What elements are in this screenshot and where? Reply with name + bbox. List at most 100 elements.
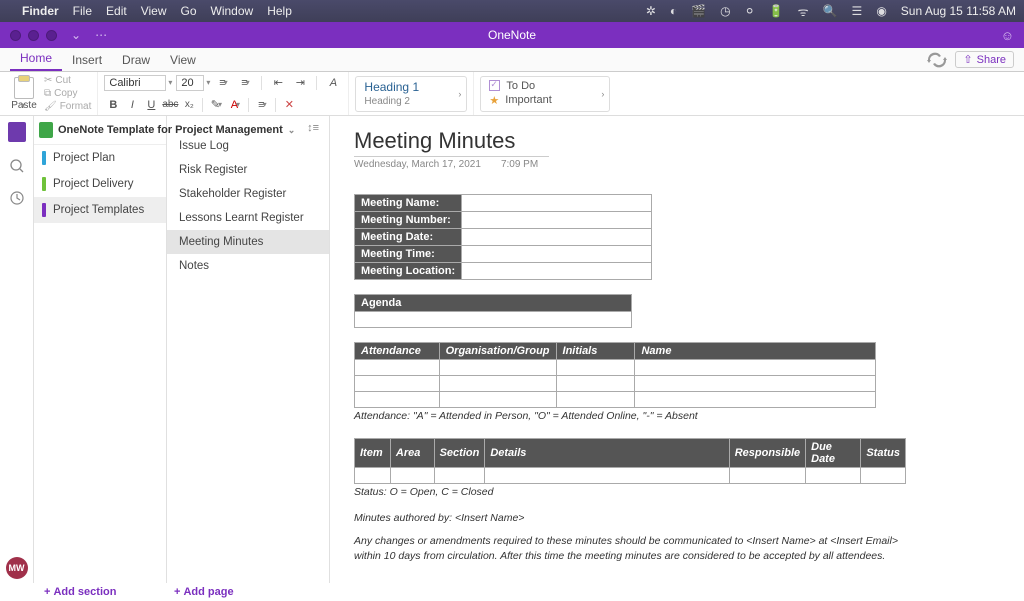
col-section: Section	[434, 439, 485, 468]
page-canvas[interactable]: Meeting Minutes Wednesday, March 17, 202…	[330, 116, 1024, 583]
share-label: Share	[977, 54, 1006, 66]
underline-button[interactable]: U	[142, 96, 160, 114]
input-meeting-date[interactable]	[462, 229, 652, 246]
section-item-project-plan[interactable]: Project Plan	[34, 145, 166, 171]
bold-button[interactable]: B	[104, 96, 122, 114]
wifi-icon[interactable]: ᯤ	[798, 3, 809, 20]
numbering-button[interactable]: ≡▾	[236, 74, 254, 92]
meeting-info-table[interactable]: Meeting Name: Meeting Number: Meeting Da…	[354, 194, 652, 280]
indent-button[interactable]: ⇥	[291, 74, 309, 92]
window-controls	[10, 30, 57, 41]
battery-icon[interactable]: 🔋	[769, 4, 784, 18]
tab-draw[interactable]: Draw	[112, 49, 160, 71]
copy-button[interactable]: ⧉Copy	[44, 88, 91, 99]
more-icon[interactable]: ⋯	[95, 28, 107, 42]
close-window-button[interactable]	[10, 30, 21, 41]
disclaimer-text[interactable]: Any changes or amendments required to th…	[354, 534, 914, 563]
font-size-select[interactable]: 20	[176, 75, 204, 91]
tab-home[interactable]: Home	[10, 47, 62, 71]
feedback-icon[interactable]: ☺	[1001, 28, 1014, 43]
page-item-stakeholder-register[interactable]: Stakeholder Register	[167, 182, 329, 206]
menubar-item-edit[interactable]: Edit	[106, 4, 127, 18]
table-row[interactable]	[355, 392, 876, 408]
page-item-notes[interactable]: Notes	[167, 254, 329, 278]
menubar-item-file[interactable]: File	[73, 4, 92, 18]
section-label: Project Templates	[53, 204, 144, 216]
tags-gallery[interactable]: To Do ★Important ›	[480, 76, 610, 112]
font-family-select[interactable]: Calibri	[104, 75, 166, 91]
clear-formatting-button[interactable]: A	[324, 74, 342, 92]
minimize-window-button[interactable]	[28, 30, 39, 41]
styles-gallery[interactable]: Heading 1 Heading 2 ›	[355, 76, 467, 112]
cut-button[interactable]: ✂Cut	[44, 75, 91, 86]
chevron-right-icon: ›	[458, 89, 461, 99]
siri-icon[interactable]: ◉	[876, 4, 886, 18]
authored-by[interactable]: Minutes authored by: <Insert Name>	[354, 512, 1000, 524]
add-page-label: Add page	[183, 586, 233, 598]
notebook-header[interactable]: OneNote Template for Project Management …	[34, 116, 166, 145]
bullets-button[interactable]: ≡▾	[214, 74, 232, 92]
page-item-risk-register[interactable]: Risk Register	[167, 158, 329, 182]
recent-icon[interactable]	[9, 190, 25, 206]
strikethrough-button[interactable]: abc	[161, 96, 179, 114]
add-section-button[interactable]: + Add section	[44, 586, 174, 598]
sync-icon[interactable]	[927, 52, 947, 68]
page-item-meeting-minutes[interactable]: Meeting Minutes	[167, 230, 329, 254]
menubar-item-view[interactable]: View	[141, 4, 167, 18]
title-underline	[354, 156, 549, 157]
agenda-table[interactable]: Agenda	[354, 294, 632, 328]
attendance-table[interactable]: Attendance Organisation/Group Initials N…	[354, 342, 876, 408]
chevron-right-icon: ›	[601, 89, 604, 99]
font-color-button[interactable]: A▾	[226, 96, 244, 114]
table-row[interactable]	[355, 468, 906, 484]
delete-button[interactable]: ✕	[280, 96, 298, 114]
menubar-item-go[interactable]: Go	[181, 4, 197, 18]
input-meeting-location[interactable]	[462, 263, 652, 280]
menubar-app-name[interactable]: Finder	[22, 4, 59, 18]
section-item-project-templates[interactable]: Project Templates	[34, 197, 166, 223]
highlight-button[interactable]: ✎▾	[207, 96, 225, 114]
input-meeting-name[interactable]	[462, 195, 652, 212]
section-item-project-delivery[interactable]: Project Delivery	[34, 171, 166, 197]
status-legend: Status: O = Open, C = Closed	[354, 486, 1000, 498]
input-meeting-time[interactable]	[462, 246, 652, 263]
share-button[interactable]: ⇧ Share	[955, 51, 1014, 68]
menubar-item-window[interactable]: Window	[211, 4, 254, 18]
status-icon-1[interactable]: ✲	[646, 4, 656, 18]
table-row[interactable]	[355, 360, 876, 376]
subscript-button[interactable]: x₂	[180, 96, 198, 114]
agenda-header: Agenda	[355, 295, 632, 312]
tab-view[interactable]: View	[160, 49, 206, 71]
zoom-window-button[interactable]	[46, 30, 57, 41]
format-painter-button[interactable]: 🖌Format	[44, 101, 91, 112]
page-item-lessons-learnt[interactable]: Lessons Learnt Register	[167, 206, 329, 230]
history-dropdown-icon[interactable]: ⌄	[71, 28, 81, 42]
input-meeting-number[interactable]	[462, 212, 652, 229]
outdent-button[interactable]: ⇤	[269, 74, 287, 92]
tab-insert[interactable]: Insert	[62, 49, 112, 71]
status-icon-2[interactable]: ◐	[670, 4, 677, 18]
control-center-icon[interactable]: ☰	[852, 4, 863, 18]
col-details: Details	[485, 439, 729, 468]
align-button[interactable]: ≡▾	[253, 96, 271, 114]
search-icon[interactable]	[9, 158, 25, 174]
page-title[interactable]: Meeting Minutes	[354, 128, 1000, 154]
notebook-name: OneNote Template for Project Management	[58, 124, 283, 136]
menubar-clock[interactable]: Sun Aug 15 11:58 AM	[901, 4, 1016, 18]
status-icon-3[interactable]: 🎬	[691, 4, 706, 18]
notebooks-icon[interactable]	[8, 122, 26, 142]
sections-pane: OneNote Template for Project Management …	[34, 116, 167, 583]
paste-button[interactable]: Paste	[6, 77, 42, 111]
status-icon-clock[interactable]: ◷	[720, 4, 730, 18]
italic-button[interactable]: I	[123, 96, 141, 114]
user-avatar[interactable]: MW	[6, 557, 28, 579]
add-page-button[interactable]: + Add page	[174, 586, 234, 598]
page-item-issue-log[interactable]: Issue Log	[167, 134, 329, 158]
table-row[interactable]	[355, 376, 876, 392]
action-items-table[interactable]: Item Area Section Details Responsible Du…	[354, 438, 906, 484]
menubar-item-help[interactable]: Help	[267, 4, 292, 18]
field-meeting-location: Meeting Location:	[355, 263, 462, 280]
agenda-cell[interactable]	[355, 312, 632, 328]
spotlight-icon[interactable]: 🔍	[823, 4, 838, 18]
bluetooth-icon[interactable]: ⚪︎	[745, 4, 755, 18]
